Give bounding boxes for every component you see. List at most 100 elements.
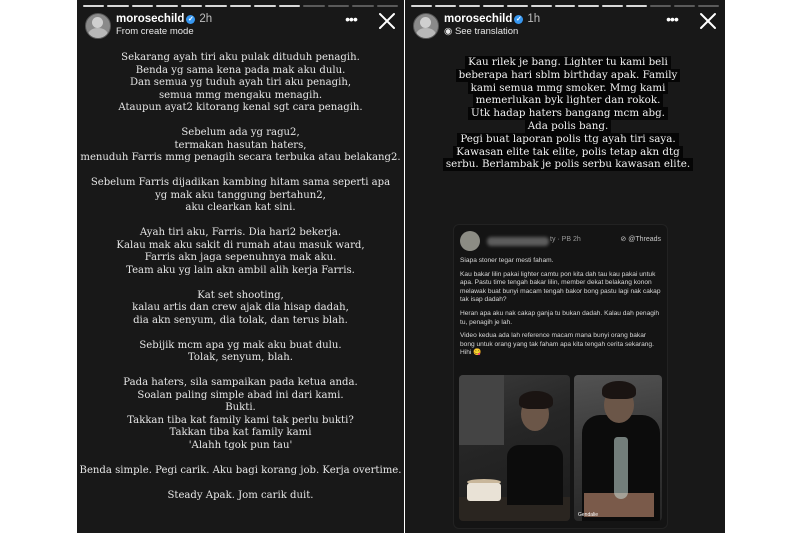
story-text-line [77, 165, 404, 178]
see-translation-link[interactable]: ◉ See translation [444, 26, 518, 37]
story-progress-segment [650, 5, 672, 7]
translate-icon: ◉ [444, 26, 455, 37]
story-text-line: Benda simple. Pegi carik. Aku bagi koran… [79, 464, 402, 476]
story-text-line: Tolak, senyum, blah. [187, 352, 294, 363]
story-header: morosechild ✓ 1h ◉ See translation ••• [413, 12, 717, 41]
story-text-line: Team aku yg lain akn ambil alih kerja Fa… [126, 264, 355, 276]
more-options-icon[interactable]: ••• [342, 12, 360, 28]
story-progress-segment [506, 5, 528, 7]
caption-line: Kau rilek je bang. Lighter tu kami beli [465, 56, 671, 69]
story-text-line: Sebijik mcm apa yg mak aku buat dulu. [139, 339, 342, 351]
caption-line: memerlukan byk lighter dan rokok. [472, 94, 664, 108]
threads-label: Threads [635, 236, 661, 243]
story-progress-segment [674, 5, 696, 7]
story-progress-segment [180, 5, 203, 7]
story-progress-segment [578, 5, 600, 7]
story-text-line: yg mak aku tanggung bertahun2, [155, 189, 326, 201]
story-subline: From create mode [116, 26, 194, 37]
story-panel-left[interactable]: morosechild ✓ 2h From create mode ••• Seka… [77, 0, 404, 533]
see-translation-label[interactable]: See translation [455, 26, 518, 37]
close-icon[interactable] [699, 12, 717, 30]
threads-badge: ⊘ @Threads [620, 235, 661, 243]
photo-label: Gendalie [578, 512, 599, 518]
story-progress-segment [482, 5, 504, 7]
caption-line: Ada polis bang. [524, 119, 612, 133]
story-progress-segment [254, 5, 276, 7]
story-text-body: Sekarang ayah tiri aku pulak dituduh pen… [77, 52, 404, 502]
story-text-line: Kalau mak aku sakit di rumah atau masuk … [116, 239, 365, 251]
username-line[interactable]: morosechild ✓ 1h [444, 13, 540, 25]
close-icon[interactable] [378, 12, 396, 30]
username-line[interactable]: morosechild ✓ 2h [116, 13, 212, 25]
story-text-line: Steady Apak. Jom carik duit. [167, 489, 314, 501]
story-text-line: termakan hasutan haters, [174, 139, 307, 151]
story-text-line [77, 477, 404, 490]
story-progress-segment [303, 5, 325, 7]
post-meta: ty · PB 2h [550, 236, 581, 243]
post-body: Siapa stoner tegar mesti faham. Kau bakar… [460, 257, 661, 363]
story-progress-segment [205, 5, 227, 7]
story-progress-segment [434, 5, 456, 7]
story-text-line: Takkan tiba kat family kami tak perlu bu… [127, 414, 354, 426]
post-photo-bong: Gendalie [574, 375, 662, 521]
story-progress-segment [156, 5, 178, 7]
story-text-line: kalau artis dan crew ajak dia hisap dada… [132, 302, 349, 313]
story-progress-segment [376, 5, 399, 7]
story-text-line: Sebelum Farris dijadikan kambing hitam s… [90, 177, 391, 188]
avatar[interactable] [85, 13, 111, 39]
story-text-line: Dan semua yg tuduh ayah tiri aku penagih… [129, 77, 352, 88]
story-progress-bars [83, 5, 399, 7]
story-progress-segment [327, 5, 350, 7]
caption-line: beberapa hari sblm birthday apak. Family [455, 68, 681, 82]
story-progress-segment [131, 5, 154, 7]
verified-badge-icon: ✓ [514, 15, 524, 24]
story-text-line [77, 277, 404, 290]
story-progress-segment [352, 5, 374, 7]
story-progress-segment [278, 5, 301, 7]
story-panel-right[interactable]: morosechild ✓ 1h ◉ See translation ••• Kau… [405, 0, 725, 533]
story-text-line: aku clearkan kat sini. [185, 202, 296, 213]
highlighted-caption: Kau rilek je bang. Lighter tu kami beli b… [438, 56, 698, 172]
story-text-line [77, 327, 404, 340]
story-progress-segment [602, 5, 624, 7]
threads-post-screenshot: ty · PB 2h ⊘ @Threads Siapa stoner tegar… [453, 224, 668, 529]
story-progress-bars [411, 5, 719, 7]
story-text-line: Sekarang ayah tiri aku pulak dituduh pen… [121, 52, 360, 63]
story-progress-segment [83, 5, 105, 7]
story-text-line: 'Alahh tgok pun tau' [188, 439, 293, 451]
story-progress-segment [626, 5, 648, 7]
story-text-line: Farris akn jaga sepenuhnya mak aku. [144, 252, 337, 263]
story-text-line: Kat set shooting, [197, 289, 284, 301]
post-paragraph: Kau bakar lilin pakai lighter camtu pon … [460, 270, 661, 304]
post-paragraph: Heran apa aku nak cakap ganja tu bukan d… [460, 309, 660, 326]
story-text-line [77, 215, 404, 228]
story-progress-segment [107, 5, 129, 7]
username[interactable]: morosechild [444, 13, 512, 25]
caption-line: Pegi buat laporan polis ttg ayah tiri sa… [457, 132, 679, 146]
blurred-username [487, 237, 549, 246]
story-progress-segment [698, 5, 719, 7]
story-progress-segment [411, 5, 432, 7]
post-paragraph: Siapa stoner tegar mesti faham. [460, 257, 554, 264]
story-progress-segment [458, 5, 480, 7]
post-header: ty · PB 2h ⊘ @Threads [460, 231, 661, 251]
verified-badge-icon: ✓ [186, 15, 196, 24]
post-avatar [460, 231, 480, 251]
post-time: 1h [527, 13, 541, 25]
story-text-line [77, 365, 404, 378]
story-text-line: Ayah tiri aku, Farris. Dia hari2 bekerja… [139, 227, 342, 238]
story-text-line: Takkan tiba kat family kami [169, 427, 312, 438]
more-options-icon[interactable]: ••• [663, 12, 681, 28]
caption-line: kami semua mmg smoker. Mmg kami [467, 81, 669, 95]
story-text-line: menuduh Farris mmg penagih secara terbuk… [80, 152, 401, 163]
story-text-line [77, 452, 404, 465]
story-progress-segment [229, 5, 252, 7]
username[interactable]: morosechild [116, 13, 184, 25]
post-time: 2h [199, 13, 213, 25]
story-text-line [77, 115, 404, 128]
caption-line: Kawasan elite tak elite, polis tetap akn… [453, 145, 683, 159]
avatar[interactable] [413, 13, 439, 39]
story-text-line: Pada haters, sila sampaikan pada ketua a… [123, 377, 358, 388]
story-text-line: semua mmg mengaku menagih. [158, 89, 323, 101]
caption-line: Utk hadap haters bangang mcm abg. [468, 107, 668, 120]
